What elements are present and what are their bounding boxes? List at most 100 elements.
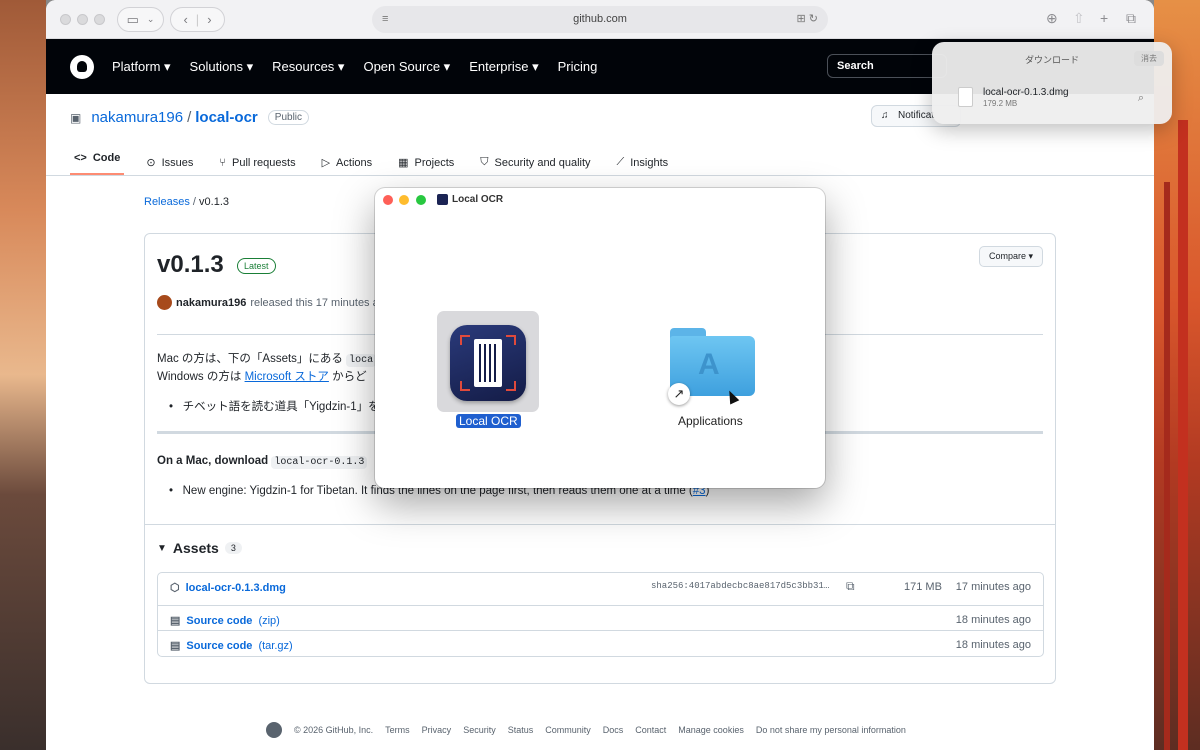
tab-pull-requests[interactable]: ⑂ Pull requests <box>215 150 299 175</box>
reader-icon[interactable]: ≡ <box>382 6 388 33</box>
release-version: v0.1.3 <box>157 251 224 278</box>
triangle-down-icon: ▼ <box>157 542 167 554</box>
avatar[interactable] <box>157 295 172 310</box>
repo-name-link[interactable]: local-ocr <box>195 109 258 126</box>
breadcrumb-current: v0.1.3 <box>199 196 230 208</box>
code-icon: <> <box>74 152 87 164</box>
footer-contact[interactable]: Contact <box>635 725 666 735</box>
footer-privacy[interactable]: Privacy <box>422 725 452 735</box>
nav-solutions[interactable]: Solutions ▾ <box>190 59 254 75</box>
footer-community[interactable]: Community <box>545 725 591 735</box>
tab-code[interactable]: <> Code <box>70 150 125 175</box>
tab-security[interactable]: ⛉ Security and quality <box>476 150 594 175</box>
search-input[interactable]: Search <box>827 54 947 78</box>
compare-button[interactable]: Compare ▾ <box>978 246 1043 267</box>
translate-reload-icons[interactable]: ⊞ ↻ <box>797 6 819 33</box>
latest-badge: Latest <box>237 258 276 274</box>
back-forward-buttons[interactable]: ‹ | › <box>170 7 225 32</box>
download-file-size: 179.2 MB <box>983 99 1018 108</box>
reveal-magnifier-icon[interactable]: ⌕ <box>1138 92 1144 105</box>
bridge-tower <box>1178 120 1188 750</box>
footer-manage-cookies[interactable]: Manage cookies <box>678 725 744 735</box>
tabs-divider <box>46 175 1154 176</box>
source-targz-link[interactable]: ▤ Source code (tar.gz) <box>170 639 293 653</box>
asset-row: ▤ Source code (tar.gz) 18 minutes ago <box>158 630 1043 658</box>
table-icon: ▦ <box>398 157 409 169</box>
close-traffic-light[interactable] <box>60 14 71 25</box>
zoom-traffic-light[interactable] <box>94 14 105 25</box>
finder-close-button[interactable] <box>383 195 393 205</box>
github-footer-logo-icon[interactable] <box>266 722 282 738</box>
address-bar[interactable]: ≡ github.com ⊞ ↻ <box>372 6 828 33</box>
chevron-down-icon: ⌄ <box>146 14 155 24</box>
file-zip-icon: ▤ <box>170 615 181 627</box>
desktop-wallpaper-left <box>0 0 46 750</box>
footer-do-not-share[interactable]: Do not share my personal information <box>756 725 906 735</box>
share-icon[interactable]: ⇧ <box>1073 10 1085 27</box>
asset-time: 18 minutes ago <box>955 639 1031 651</box>
copy-icon[interactable]: ⧉ <box>846 579 855 594</box>
play-icon: ▷ <box>321 157 331 169</box>
url-text: github.com <box>573 13 627 25</box>
released-text: released this 17 minutes ag <box>250 296 385 309</box>
assets-title: Assets <box>172 540 219 556</box>
package-icon: ⬡ <box>170 582 180 594</box>
local-ocr-app-icon[interactable] <box>450 325 526 401</box>
repo-owner-link[interactable]: nakamura196 <box>91 109 183 126</box>
author-link[interactable]: nakamura196 <box>176 297 246 309</box>
source-zip-link[interactable]: ▤ Source code (zip) <box>170 614 280 628</box>
assets-toggle[interactable]: ▼ Assets 3 <box>157 540 242 556</box>
download-icon[interactable]: ⊕ <box>1046 10 1058 27</box>
nav-platform[interactable]: Platform ▾ <box>112 59 171 75</box>
finder-minimize-button[interactable] <box>399 195 409 205</box>
tab-overview-icon[interactable]: ⧉ <box>1126 10 1136 27</box>
microsoft-store-link[interactable]: Microsoft ストア <box>245 371 329 383</box>
nav-resources[interactable]: Resources ▾ <box>272 59 344 75</box>
footer-status[interactable]: Status <box>508 725 534 735</box>
tab-insights[interactable]: ⟋ Insights <box>613 150 673 175</box>
assets-count: 3 <box>224 542 242 554</box>
asset-dmg-link[interactable]: ⬡ local-ocr-0.1.3.dmg <box>170 581 286 595</box>
shield-icon: ⛉ <box>480 156 489 168</box>
finder-title: Local OCR <box>437 194 503 205</box>
finder-zoom-button[interactable] <box>416 195 426 205</box>
minimize-traffic-light[interactable] <box>77 14 88 25</box>
tab-actions[interactable]: ▷ Actions <box>318 150 377 175</box>
nav-open-source[interactable]: Open Source ▾ <box>363 59 450 75</box>
file-zip-icon: ▤ <box>170 640 181 652</box>
browser-toolbar: ▭ ⌄ ‹ | › ≡ github.com ⊞ ↻ ⊕ ⇧ + ⧉ <box>46 0 1154 39</box>
bullet-1: • チベット語を読む道具「Yigdzin-1」を <box>169 401 380 413</box>
downloads-popover: ダウンロード 消去 local-ocr-0.1.3.dmg 179.2 MB ⌕ <box>932 42 1172 124</box>
body-line-2: Windows の方は Microsoft ストア からど <box>157 371 367 383</box>
asset-hash: sha256:4017abdecbc8ae817d5c3bb31… <box>651 581 830 591</box>
repo-tabs: <> Code ⊙ Issues ⑂ Pull requests ▷ Actions ▦… <box>70 150 672 175</box>
breadcrumb-releases[interactable]: Releases <box>144 196 190 208</box>
bell-icon: ♫ <box>881 110 889 121</box>
mac-line: On a Mac, download local-ocr-0.1.3 <box>157 455 368 469</box>
repo-icon: ▣ <box>70 110 82 125</box>
footer-docs[interactable]: Docs <box>603 725 624 735</box>
back-icon[interactable]: ‹ <box>183 12 187 27</box>
copyright: © 2026 GitHub, Inc. <box>294 725 374 735</box>
app-label[interactable]: Local OCR <box>456 414 521 428</box>
sidebar-icon: ▭ <box>126 11 139 27</box>
forward-icon[interactable]: › <box>207 12 211 27</box>
nav-enterprise[interactable]: Enterprise ▾ <box>469 59 538 75</box>
alias-arrow-icon: ↗ <box>668 383 690 405</box>
footer-terms[interactable]: Terms <box>385 725 410 735</box>
tab-projects[interactable]: ▦ Projects <box>394 150 458 175</box>
tab-issues[interactable]: ⊙ Issues <box>142 150 197 175</box>
repo-title: ▣ nakamura196 / local-ocr Public <box>70 109 310 126</box>
page-footer: © 2026 GitHub, Inc. Terms Privacy Securi… <box>266 722 906 738</box>
footer-security[interactable]: Security <box>463 725 496 735</box>
release-author: nakamura196 released this 17 minutes ag <box>157 295 385 310</box>
sidebar-toggle-button[interactable]: ▭ ⌄ <box>117 7 164 32</box>
download-file-name[interactable]: local-ocr-0.1.3.dmg <box>983 87 1069 98</box>
github-logo-icon[interactable] <box>70 54 94 79</box>
downloads-clear-button[interactable]: 消去 <box>1134 51 1164 66</box>
new-tab-icon[interactable]: + <box>1100 10 1108 26</box>
body-line-1: Mac の方は、下の「Assets」にある loca <box>157 350 377 367</box>
nav-pricing[interactable]: Pricing <box>558 59 598 75</box>
finder-dmg-window: Local OCR Local OCR A ↗ Applications <box>375 188 825 488</box>
applications-label[interactable]: Applications <box>678 414 743 428</box>
